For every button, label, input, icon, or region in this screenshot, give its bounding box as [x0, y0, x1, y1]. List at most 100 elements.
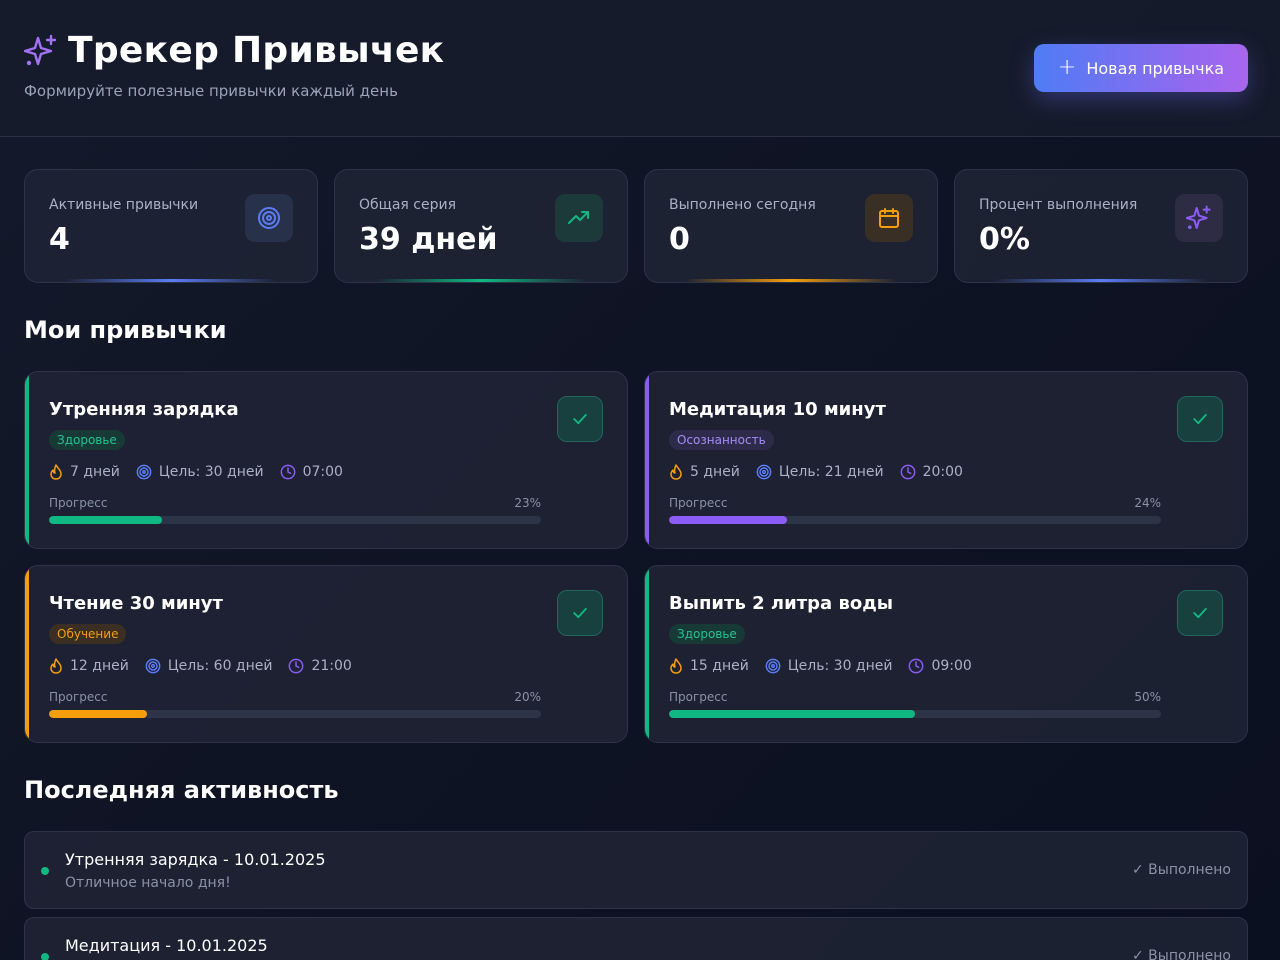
progress-label: Прогресс: [669, 496, 728, 510]
progress-label: Прогресс: [49, 690, 108, 704]
mark-complete-button[interactable]: [1177, 396, 1223, 442]
status-dot: [41, 867, 49, 875]
habit-category-tag: Здоровье: [669, 624, 745, 644]
streak-text: 15 дней: [690, 658, 749, 674]
progress-percent: 24%: [1134, 496, 1161, 510]
stat-card-done-today: Выполнено сегодня 0: [644, 169, 938, 283]
progress-bar: [669, 516, 1161, 524]
progress-percent: 50%: [1134, 690, 1161, 704]
clock-icon: [280, 464, 295, 480]
stat-accent: [685, 279, 897, 282]
habit-name: Медитация 10 минут: [669, 399, 886, 420]
habit-meta: 7 дней Цель: 30 дней 07:00: [49, 464, 359, 480]
habits-section-title: Мои привычки: [24, 316, 227, 344]
progress-fill: [669, 710, 915, 718]
stat-value: 0%: [979, 222, 1030, 257]
progress-label: Прогресс: [49, 496, 108, 510]
goal-text: Цель: 21 дней: [778, 464, 884, 480]
goal-text: Цель: 60 дней: [167, 658, 273, 674]
habit-accent-bar: [645, 372, 649, 548]
habit-accent-bar: [25, 372, 29, 548]
stat-label: Процент выполнения: [979, 197, 1138, 213]
progress-fill: [49, 516, 163, 524]
stat-accent: [65, 279, 277, 282]
time-text: 07:00: [302, 464, 343, 480]
target-icon: [245, 194, 293, 242]
streak-text: 7 дней: [70, 464, 120, 480]
flame-icon: [670, 464, 682, 480]
reminder-time: 21:00: [288, 658, 352, 674]
activity-item: Утренняя зарядка - 10.01.2025 Отличное н…: [24, 831, 1248, 909]
target-icon: [756, 464, 772, 480]
activity-section-title: Последняя активность: [24, 776, 339, 804]
check-icon: [573, 607, 587, 619]
activity-title: Медитация - 10.01.2025: [65, 936, 268, 955]
stat-accent: [375, 279, 587, 282]
check-icon: [573, 413, 587, 425]
trending-up-icon: [555, 194, 603, 242]
progress-bar: [669, 710, 1161, 718]
progress-bar: [49, 710, 541, 718]
goal: Цель: 30 дней: [765, 658, 893, 674]
title-row: Трекер Привычек: [24, 30, 444, 71]
stat-value: 0: [669, 222, 690, 257]
stat-value: 39 дней: [359, 222, 498, 257]
mark-complete-button[interactable]: [557, 590, 603, 636]
stat-label: Выполнено сегодня: [669, 197, 816, 213]
target-icon: [136, 464, 152, 480]
habit-card: Чтение 30 минут Обучение 12 дней Цель: 6…: [24, 565, 628, 743]
habit-card: Выпить 2 литра воды Здоровье 15 дней Цел…: [644, 565, 1248, 743]
streak-text: 12 дней: [70, 658, 129, 674]
new-habit-button[interactable]: + Новая привычка: [1034, 44, 1248, 92]
page-title: Трекер Привычек: [68, 30, 445, 71]
habit-name: Утренняя зарядка: [49, 399, 239, 420]
progress-percent: 23%: [514, 496, 541, 510]
clock-icon: [289, 658, 304, 674]
streak: 15 дней: [669, 658, 749, 674]
habit-card: Медитация 10 минут Осознанность 5 дней Ц…: [644, 371, 1248, 549]
reminder-time: 09:00: [908, 658, 972, 674]
flame-icon: [50, 658, 62, 674]
progress-fill: [49, 710, 148, 718]
time-text: 20:00: [922, 464, 963, 480]
habit-meta: 12 дней Цель: 60 дней 21:00: [49, 658, 368, 674]
status-dot: [41, 953, 49, 960]
target-icon: [145, 658, 161, 674]
habit-accent-bar: [645, 566, 649, 742]
activity-title: Утренняя зарядка - 10.01.2025: [65, 850, 326, 869]
stat-value: 4: [49, 222, 70, 257]
app-header: Трекер Привычек Формируйте полезные прив…: [0, 0, 1280, 137]
progress-label: Прогресс: [669, 690, 728, 704]
stat-accent: [995, 279, 1207, 282]
progress-percent: 20%: [514, 690, 541, 704]
habit-category-tag: Здоровье: [49, 430, 125, 450]
mark-complete-button[interactable]: [557, 396, 603, 442]
mark-complete-button[interactable]: [1177, 590, 1223, 636]
flame-icon: [670, 658, 682, 674]
plus-icon: +: [1057, 55, 1077, 80]
calendar-icon: [865, 194, 913, 242]
sparkles-icon: [24, 34, 58, 68]
habit-meta: 15 дней Цель: 30 дней 09:00: [669, 658, 988, 674]
progress-fill: [669, 516, 788, 524]
time-text: 09:00: [931, 658, 972, 674]
activity-status: ✓ Выполнено: [1132, 862, 1231, 878]
habit-accent-bar: [25, 566, 29, 742]
activity-note: Отличное начало дня!: [65, 875, 231, 891]
streak: 5 дней: [669, 464, 740, 480]
habit-name: Чтение 30 минут: [49, 593, 223, 614]
streak: 7 дней: [49, 464, 120, 480]
habit-meta: 5 дней Цель: 21 дней 20:00: [669, 464, 979, 480]
stat-card-active-habits: Активные привычки 4: [24, 169, 318, 283]
time-text: 21:00: [311, 658, 352, 674]
page-subtitle: Формируйте полезные привычки каждый день: [24, 82, 398, 100]
goal: Цель: 21 дней: [756, 464, 884, 480]
activity-status: ✓ Выполнено: [1132, 948, 1231, 960]
goal: Цель: 60 дней: [145, 658, 273, 674]
flame-icon: [50, 464, 62, 480]
new-habit-label: Новая привычка: [1086, 58, 1225, 78]
progress-bar: [49, 516, 541, 524]
clock-icon: [909, 658, 924, 674]
goal-text: Цель: 30 дней: [787, 658, 893, 674]
streak-text: 5 дней: [690, 464, 740, 480]
